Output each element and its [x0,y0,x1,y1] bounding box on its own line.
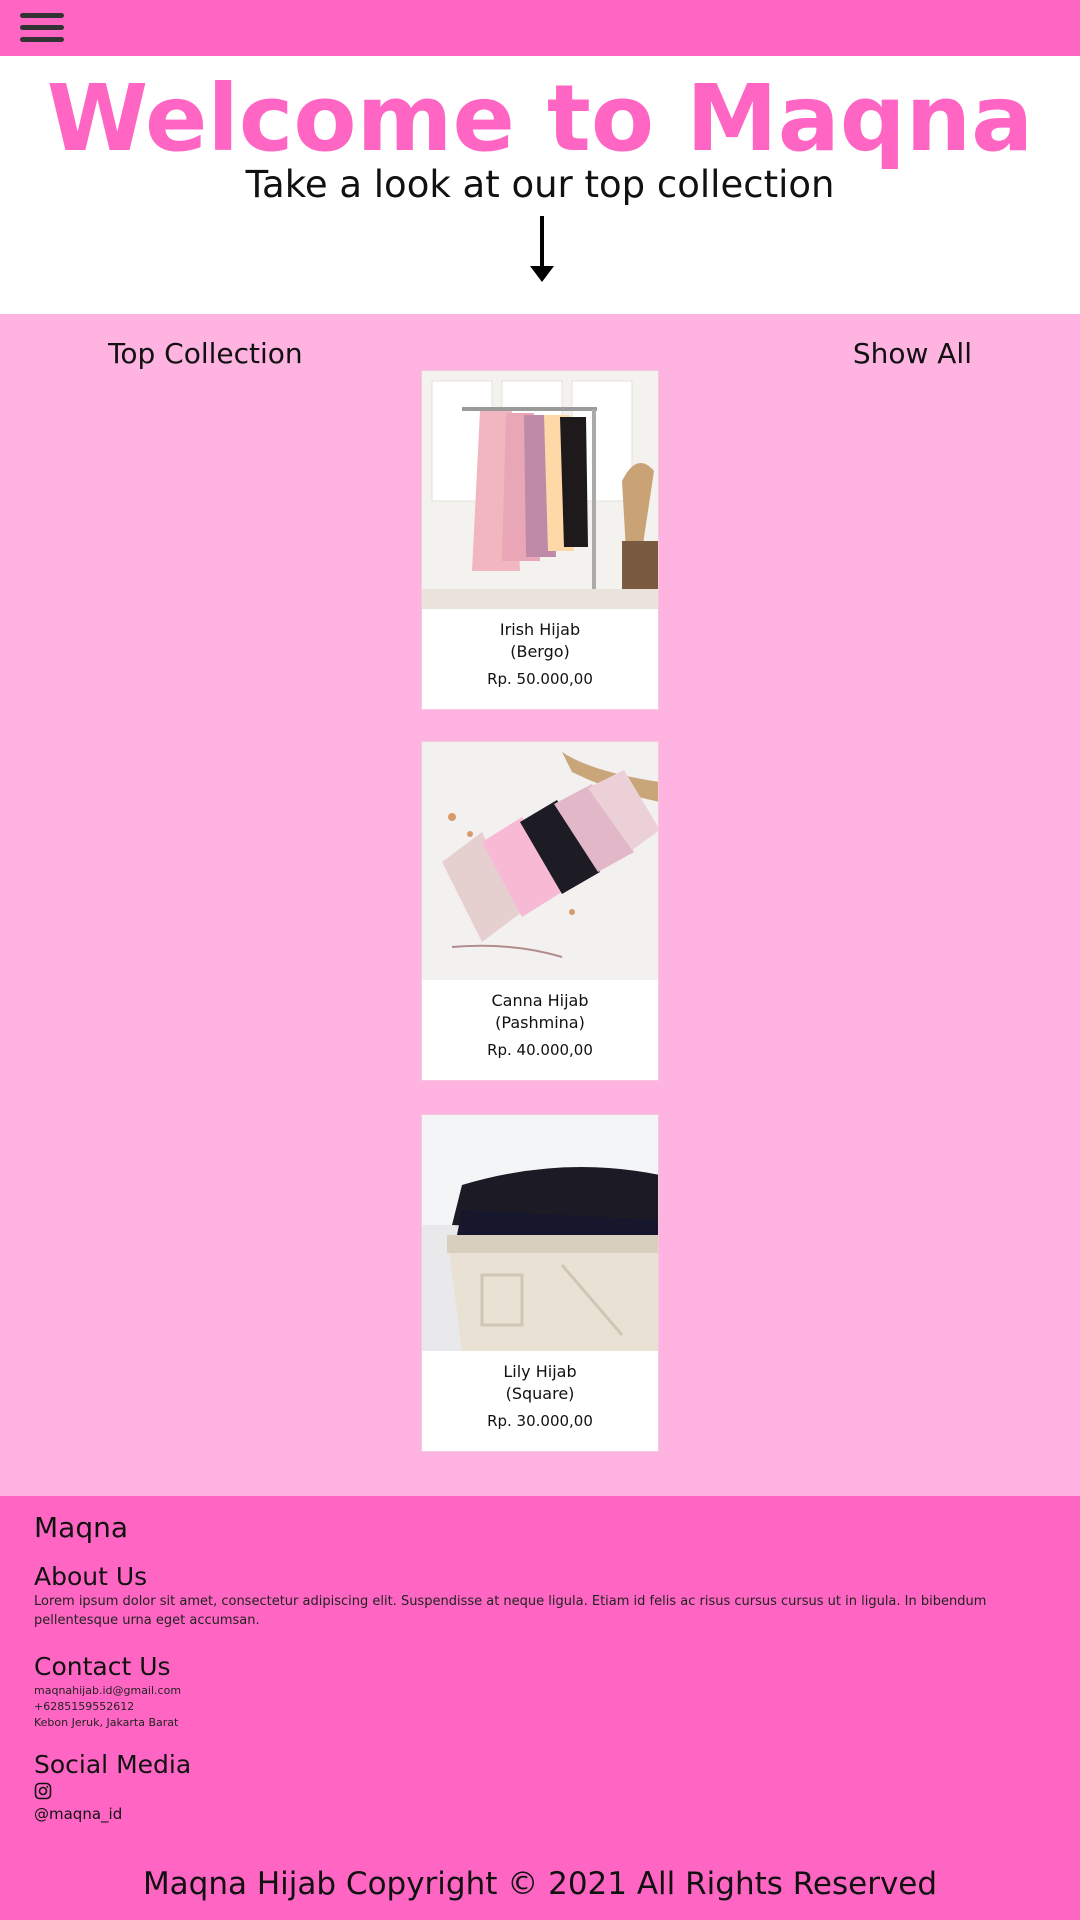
product-image-folded-pashmina [422,742,658,980]
product-price: Rp. 50.000,00 [487,670,593,688]
product-name: Lily Hijab (Square) [503,1362,577,1403]
product-image-stacked-square-hijab [422,1115,658,1351]
product-image-hanging-hijabs [422,371,658,609]
arrow-down-icon[interactable] [529,216,555,282]
top-nav-bar [0,0,1080,56]
contact-address: Kebon Jeruk, Jakarta Barat [34,1716,179,1729]
site-footer: Maqna About Us Lorem ipsum dolor sit ame… [0,1496,1080,1920]
product-card[interactable]: Lily Hijab (Square) Rp. 30.000,00 [421,1114,659,1452]
footer-brand: Maqna [34,1511,128,1544]
product-name: Irish Hijab (Bergo) [499,620,581,661]
product-name: Canna Hijab (Pashmina) [491,991,589,1032]
about-us-heading: About Us [34,1562,148,1591]
product-price: Rp. 30.000,00 [487,1412,593,1430]
product-card[interactable]: Irish Hijab (Bergo) Rp. 50.000,00 [421,370,659,710]
hamburger-menu-icon[interactable] [20,11,64,45]
product-card[interactable]: Canna Hijab (Pashmina) Rp. 40.000,00 [421,741,659,1081]
contact-email[interactable]: maqnahijab.id@gmail.com [34,1683,181,1699]
collection-title: Top Collection [108,337,303,370]
contact-us-heading: Contact Us [34,1652,171,1681]
about-us-text: Lorem ipsum dolor sit amet, consectetur … [34,1594,987,1628]
instagram-icon[interactable] [34,1782,52,1800]
hero-subtitle: Take a look at our top collection [245,163,835,206]
top-collection-section: Top Collection Show All Irish Hijab (Ber… [0,314,1080,1496]
show-all-link[interactable]: Show All [853,334,972,374]
hero-title: Welcome to Maqna [46,65,1034,172]
social-media-heading: Social Media [34,1750,192,1779]
contact-phone[interactable]: +6285159552612 [34,1699,134,1715]
copyright-text: Maqna Hijab Copyright © 2021 All Rights … [142,1866,938,1902]
instagram-handle[interactable]: @maqna_id [34,1804,122,1824]
hero-section: Welcome to Maqna Take a look at our top … [0,56,1080,314]
product-price: Rp. 40.000,00 [487,1041,593,1059]
